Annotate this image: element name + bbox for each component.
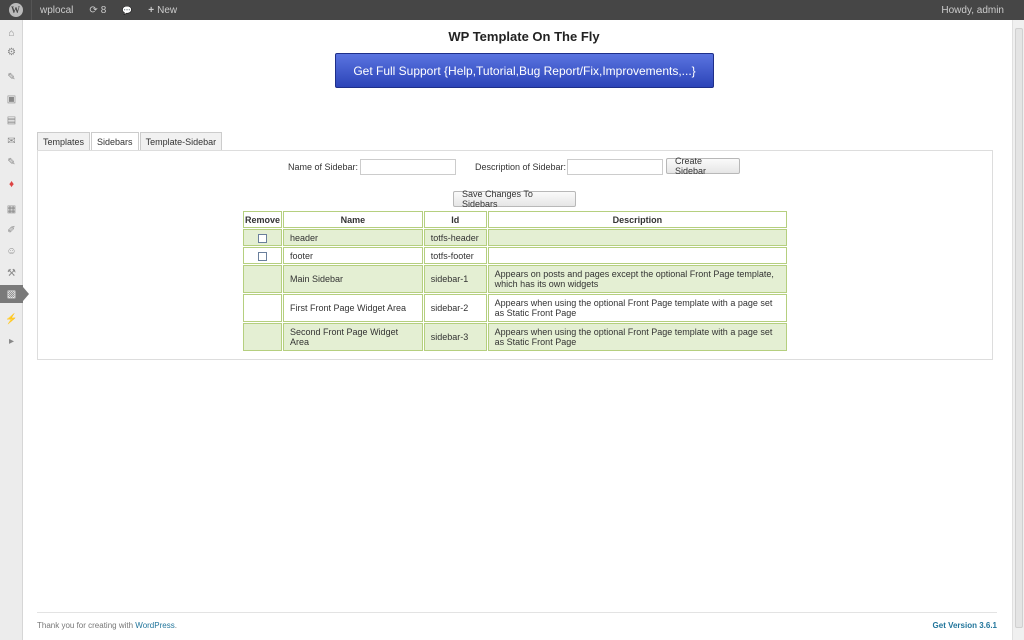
remove-cell (243, 323, 283, 351)
save-sidebars-button[interactable]: Save Changes To Sidebars (453, 189, 576, 209)
sidebar-id-cell: sidebar-2 (423, 294, 487, 322)
create-sidebar-button[interactable]: Create Sidebar (666, 156, 740, 176)
updates-icon: ⟳ (89, 4, 98, 16)
settings-icon[interactable]: ⚙ (0, 43, 23, 61)
admin-footer: Thank you for creating with WordPress. G… (37, 612, 997, 630)
site-name-link[interactable]: wplocal (32, 0, 81, 20)
sidebar-id-cell: totfs-header (423, 229, 487, 246)
wordpress-logo-icon: W (8, 3, 23, 17)
admin-menu: ⌂ ⚙ ✎ ▣ ▤ ✉ ✎ ♦ ▦ ✐ ☺ ⚒ ▧ ⚡ ▸ (0, 20, 29, 640)
new-label: New (157, 4, 178, 16)
admin-bar: W wplocal ⟳ 8 💬 + New Howdy, admin (0, 0, 1024, 20)
updates-count: 8 (100, 4, 107, 16)
tab-template-sidebar[interactable]: Template-Sidebar (139, 132, 223, 150)
posts-icon[interactable]: ✎ (0, 68, 23, 86)
table-row: footer totfs-footer (243, 247, 787, 264)
table-row: Second Front Page Widget Area sidebar-3 … (243, 323, 787, 351)
sidebar-name-cell: First Front Page Widget Area (283, 294, 423, 322)
column-header-id: Id (423, 211, 487, 228)
sidebar-description-cell: Appears when using the optional Front Pa… (487, 323, 787, 351)
comments-link[interactable]: 💬 (114, 0, 140, 20)
sidebar-name-input[interactable] (360, 159, 456, 175)
plus-icon: + (148, 4, 155, 16)
footer-thanks-suffix: . (174, 621, 177, 630)
table-row: First Front Page Widget Area sidebar-2 A… (243, 294, 787, 322)
column-header-name: Name (283, 211, 423, 228)
sidebar-name-cell: header (283, 229, 423, 246)
sidebar-id-cell: sidebar-1 (423, 265, 487, 293)
wp-logo-menu[interactable]: W (0, 0, 32, 20)
remove-cell (243, 229, 283, 246)
sidebar-id-cell: sidebar-3 (423, 323, 487, 351)
howdy-account-link[interactable]: Howdy, admin (933, 0, 1024, 20)
comments-icon: 💬 (122, 5, 133, 15)
tab-templates[interactable]: Templates (37, 132, 91, 150)
tools-icon[interactable]: ⚒ (0, 264, 23, 282)
dashboard-icon[interactable]: ⌂ (0, 24, 23, 42)
comments-menu-icon[interactable]: ✉ (0, 132, 23, 150)
scrollbar-thumb[interactable] (1015, 28, 1023, 628)
table-row: Main Sidebar sidebar-1 Appears on posts … (243, 265, 787, 293)
new-content-link[interactable]: + New (140, 0, 185, 20)
sidebar-description-label: Description of Sidebar: (475, 162, 567, 172)
get-version-link[interactable]: Get Version 3.6.1 (933, 621, 997, 630)
sidebar-name-cell: Main Sidebar (283, 265, 423, 293)
sidebar-name-label: Name of Sidebar: (288, 162, 359, 172)
footer-thanks: Thank you for creating with WordPress. (37, 621, 177, 630)
users-icon[interactable]: ☺ (0, 242, 23, 260)
pin-icon[interactable]: ✎ (0, 153, 23, 171)
table-header-row: Remove Name Id Description (243, 211, 787, 228)
template-on-the-fly-icon[interactable]: ▧ (0, 285, 29, 303)
remove-checkbox[interactable] (258, 251, 267, 261)
sidebar-id-cell: totfs-footer (423, 247, 487, 264)
plugin-red-icon[interactable]: ♦ (0, 175, 23, 193)
sidebar-description-cell (487, 247, 787, 264)
tab-bar: Templates Sidebars Template-Sidebar (37, 132, 223, 151)
vertical-scrollbar[interactable] (1012, 20, 1024, 640)
column-header-remove: Remove (243, 211, 283, 228)
sidebar-name-cell: footer (283, 247, 423, 264)
wordpress-link[interactable]: WordPress (135, 621, 174, 630)
remove-cell (243, 265, 283, 293)
collapse-menu-icon[interactable]: ▸ (0, 332, 23, 350)
sidebar-description-cell: Appears when using the optional Front Pa… (487, 294, 787, 322)
appearance-icon[interactable]: ▦ (0, 200, 23, 218)
sidebar-name-cell: Second Front Page Widget Area (283, 323, 423, 351)
plugins-icon[interactable]: ✐ (0, 221, 23, 239)
sidebar-description-input[interactable] (567, 159, 663, 175)
remove-cell (243, 294, 283, 322)
remove-checkbox[interactable] (258, 233, 267, 243)
sidebar-description-cell (487, 229, 787, 246)
table-row: header totfs-header (243, 229, 787, 246)
updates-link[interactable]: ⟳ 8 (81, 0, 114, 20)
sidebars-table: Remove Name Id Description header totfs-… (242, 210, 788, 352)
column-header-description: Description (487, 211, 787, 228)
footer-thanks-prefix: Thank you for creating with (37, 621, 136, 630)
sidebar-description-cell: Appears on posts and pages except the op… (487, 265, 787, 293)
remove-cell (243, 247, 283, 264)
tab-sidebars[interactable]: Sidebars (91, 132, 139, 151)
media-icon[interactable]: ▣ (0, 90, 23, 108)
full-support-button[interactable]: Get Full Support {Help,Tutorial,Bug Repo… (335, 53, 714, 88)
plugin-extra-icon[interactable]: ⚡ (0, 310, 23, 328)
page-title: WP Template On The Fly (448, 29, 600, 44)
pages-icon[interactable]: ▤ (0, 111, 23, 129)
